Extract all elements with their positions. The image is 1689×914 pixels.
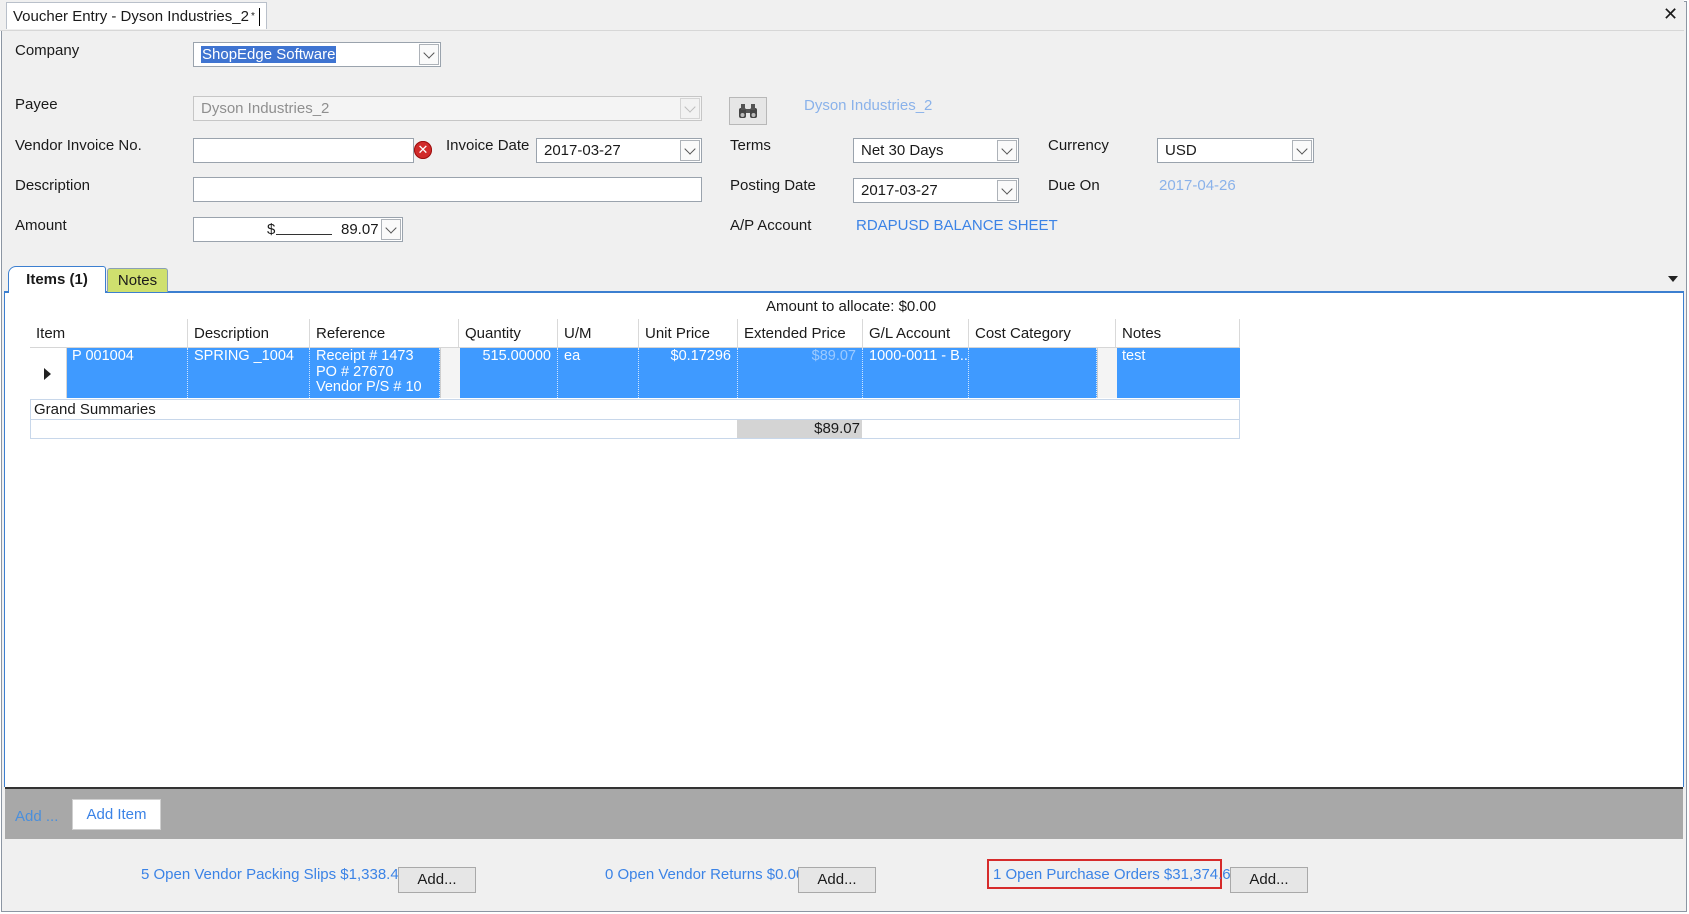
company-combo[interactable]: ShopEdge Software: [193, 42, 441, 67]
reference-vendor-ps: Vendor P/S # 10: [316, 379, 422, 395]
currency-combo[interactable]: USD: [1157, 138, 1314, 163]
reference-receipt: Receipt # 1473: [316, 348, 414, 364]
grand-total-extended-price: $89.07: [737, 420, 862, 438]
reference-scroll[interactable]: [440, 348, 460, 398]
row-selector[interactable]: [30, 348, 67, 398]
cell-item[interactable]: P 001004: [66, 348, 188, 398]
tab-overflow-icon[interactable]: [1668, 276, 1678, 282]
row-pointer-icon: [44, 368, 51, 380]
cost-category-scroll[interactable]: [1097, 348, 1117, 398]
terms-label: Terms: [730, 137, 771, 154]
column-header-quantity[interactable]: Quantity: [459, 319, 558, 347]
column-header-um[interactable]: U/M: [558, 319, 639, 347]
cell-gl-account[interactable]: 1000-0011 - B...: [863, 348, 969, 398]
amount-underline: [276, 234, 332, 235]
amount-label: Amount: [15, 217, 67, 234]
payee-link[interactable]: Dyson Industries_2: [804, 97, 932, 114]
cell-cost-category[interactable]: [969, 348, 1097, 398]
chevron-down-icon[interactable]: [419, 44, 439, 65]
close-icon[interactable]: ✕: [1663, 4, 1678, 25]
reference-po: PO # 27670: [316, 363, 394, 380]
add-packing-slips-button[interactable]: Add...: [398, 867, 476, 893]
grid-header: Item Description Reference Quantity U/M …: [30, 319, 1240, 348]
due-on-value: 2017-04-26: [1159, 177, 1236, 194]
vendor-invoice-input[interactable]: [193, 138, 414, 163]
column-header-cost-category[interactable]: Cost Category: [969, 319, 1116, 347]
chevron-down-icon[interactable]: [997, 140, 1017, 161]
grand-summaries-label: Grand Summaries: [30, 399, 1240, 419]
description-input[interactable]: [193, 177, 702, 202]
currency-label: Currency: [1048, 137, 1109, 154]
company-value: ShopEdge Software: [201, 46, 337, 63]
open-packing-slips-link[interactable]: 5 Open Vendor Packing Slips $1,338.48: [141, 866, 407, 883]
amount-value: 89.07: [341, 221, 379, 238]
posting-date-label: Posting Date: [730, 177, 816, 194]
column-header-description[interactable]: Description: [188, 319, 310, 347]
cell-extended-price[interactable]: $89.07: [738, 348, 863, 398]
tab-items[interactable]: Items (1): [8, 266, 106, 293]
payee-combo: Dyson Industries_2: [193, 96, 702, 121]
chevron-down-icon[interactable]: [680, 140, 700, 161]
currency-value: USD: [1165, 142, 1197, 159]
tabstrip-border: [4, 291, 1684, 293]
column-header-reference[interactable]: Reference: [310, 319, 459, 347]
extended-price-value: $89.07: [811, 348, 856, 364]
cell-unit-price[interactable]: $0.17296: [639, 348, 738, 398]
error-icon: ✕: [414, 141, 432, 159]
invoice-date-value: 2017-03-27: [544, 142, 621, 159]
document-tab-title: Voucher Entry - Dyson Industries_2: [13, 8, 249, 25]
chevron-down-icon[interactable]: [1292, 140, 1312, 161]
grand-summaries-row: $89.07: [30, 419, 1240, 439]
add-item-button[interactable]: Add Item: [72, 799, 161, 830]
chevron-down-icon: [680, 98, 700, 119]
vendor-invoice-label: Vendor Invoice No.: [15, 137, 142, 154]
column-header-item[interactable]: Item: [30, 319, 188, 347]
open-vendor-returns-link[interactable]: 0 Open Vendor Returns $0.00: [605, 866, 804, 883]
tab-separator: [258, 8, 260, 27]
terms-combo[interactable]: Net 30 Days: [853, 138, 1019, 163]
add-vendor-returns-button[interactable]: Add...: [798, 867, 876, 893]
payee-value: Dyson Industries_2: [201, 100, 330, 117]
terms-value: Net 30 Days: [861, 142, 944, 159]
amount-combo[interactable]: $ 89.07: [193, 217, 403, 242]
tab-notes[interactable]: Notes: [107, 268, 168, 292]
column-header-unit-price[interactable]: Unit Price: [639, 319, 738, 347]
amount-to-allocate: Amount to allocate: $0.00: [766, 298, 937, 315]
cell-quantity[interactable]: 515.00000: [459, 348, 558, 398]
cell-notes[interactable]: test: [1116, 348, 1240, 398]
add-toolbar: [5, 787, 1683, 839]
items-grid: Item Description Reference Quantity U/M …: [30, 319, 1240, 440]
payee-label: Payee: [15, 96, 58, 113]
chevron-down-icon[interactable]: [381, 219, 401, 240]
payee-lookup-button[interactable]: [729, 97, 767, 125]
posting-date-value: 2017-03-27: [861, 182, 938, 199]
add-purchase-orders-button[interactable]: Add...: [1230, 867, 1308, 893]
document-tab[interactable]: Voucher Entry - Dyson Industries_2 *: [6, 2, 267, 29]
invoice-date-label: Invoice Date: [446, 137, 530, 154]
column-header-gl-account[interactable]: G/L Account: [863, 319, 969, 347]
due-on-label: Due On: [1048, 177, 1100, 194]
cell-reference[interactable]: Receipt # 1473 PO # 27670 Vendor P/S # 1…: [310, 348, 440, 398]
cell-um[interactable]: ea: [558, 348, 639, 398]
description-label: Description: [15, 177, 91, 194]
column-header-notes[interactable]: Notes: [1116, 319, 1240, 347]
posting-date-combo[interactable]: 2017-03-27: [853, 178, 1019, 203]
amount-currency-symbol: $: [267, 221, 276, 238]
binoculars-icon: [739, 104, 757, 118]
add-link[interactable]: Add ...: [15, 808, 58, 825]
ap-account-link[interactable]: RDAPUSD BALANCE SHEET: [856, 217, 1058, 234]
column-header-extended-price[interactable]: Extended Price: [738, 319, 863, 347]
ap-account-label: A/P Account: [730, 217, 812, 234]
invoice-date-combo[interactable]: 2017-03-27: [536, 138, 702, 163]
modified-marker: *: [250, 11, 255, 22]
open-purchase-orders-link[interactable]: 1 Open Purchase Orders $31,374.67: [993, 866, 1239, 883]
company-label: Company: [15, 42, 80, 59]
cell-description[interactable]: SPRING _1004: [188, 348, 310, 398]
chevron-down-icon[interactable]: [997, 180, 1017, 201]
